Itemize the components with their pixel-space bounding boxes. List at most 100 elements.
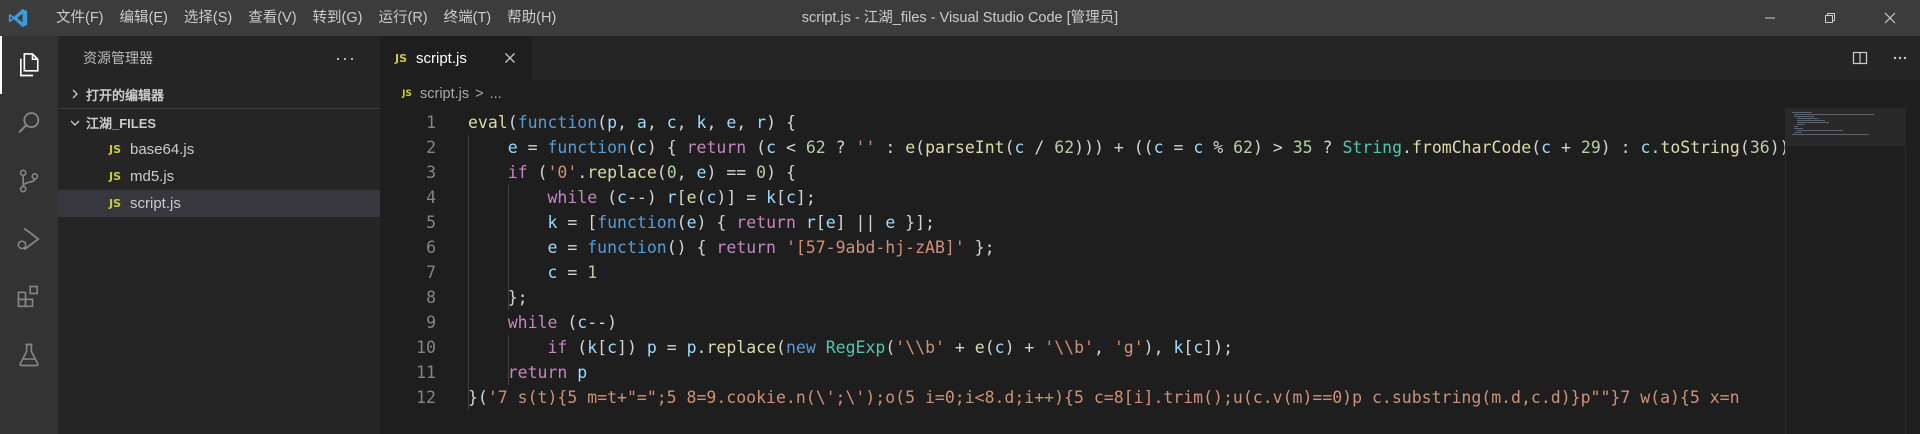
explorer-activity[interactable] bbox=[0, 36, 58, 94]
minimap-line bbox=[1796, 124, 1805, 125]
code-line[interactable]: 8 }; bbox=[380, 285, 1785, 310]
more-actions-button[interactable] bbox=[1880, 36, 1920, 80]
tab-script-js[interactable]: JS script.js bbox=[380, 36, 532, 80]
indent-guide bbox=[468, 135, 469, 410]
minimap[interactable] bbox=[1785, 108, 1906, 434]
code-line[interactable]: 5 k = [function(e) { return r[e] || e }]… bbox=[380, 210, 1785, 235]
code-token: c bbox=[607, 338, 618, 357]
tab-label: script.js bbox=[416, 49, 467, 67]
line-number: 5 bbox=[426, 213, 436, 232]
code-token: ( bbox=[984, 338, 995, 357]
code-text: e = function() { return '[57-9abd-hj-zAB… bbox=[468, 235, 994, 260]
code-line[interactable]: 2 e = function(c) { return (c < 62 ? '' … bbox=[380, 135, 1785, 160]
vertical-scrollbar[interactable] bbox=[1905, 108, 1920, 434]
code-token: c bbox=[1193, 138, 1204, 157]
code-line[interactable]: 12}('7 s(t){5 m=t+"=";5 8=9.cookie.n(\';… bbox=[380, 385, 1785, 410]
extensions-activity[interactable] bbox=[0, 268, 58, 326]
menu-selection[interactable]: 选择(S) bbox=[176, 0, 240, 36]
code-token: c bbox=[1014, 138, 1025, 157]
code-token: parseInt bbox=[925, 138, 1005, 157]
code-token: . bbox=[1650, 138, 1661, 157]
code-token: e bbox=[696, 163, 707, 182]
search-activity[interactable] bbox=[0, 94, 58, 152]
code-line[interactable]: 10 if (k[c]) p = p.replace(new RegExp('\… bbox=[380, 335, 1785, 360]
code-token: new bbox=[785, 338, 816, 357]
code-token: , bbox=[1093, 338, 1114, 357]
code-line[interactable]: 11 return p bbox=[380, 360, 1785, 385]
code-token: ( bbox=[1531, 138, 1542, 157]
line-number: 12 bbox=[416, 388, 436, 407]
file-item-base64[interactable]: JS base64.js bbox=[58, 136, 380, 163]
menu-view[interactable]: 查看(V) bbox=[240, 0, 304, 36]
file-name: md5.js bbox=[130, 168, 175, 185]
tab-close-button[interactable] bbox=[500, 48, 520, 68]
code-token: p bbox=[577, 363, 588, 382]
vscode-logo-icon bbox=[0, 0, 36, 36]
minimap-line bbox=[1796, 130, 1843, 131]
close-icon bbox=[505, 53, 515, 63]
editor-actions bbox=[1840, 36, 1920, 80]
code-token: = bbox=[557, 263, 588, 282]
restore-button[interactable] bbox=[1800, 0, 1860, 36]
code-token: c bbox=[785, 188, 796, 207]
code-text: while (c--) bbox=[468, 310, 617, 335]
code-token: r bbox=[666, 188, 677, 207]
code-text: e = function(c) { return (c < 62 ? '' : … bbox=[468, 135, 1785, 160]
code-token: p bbox=[686, 338, 697, 357]
menu-file[interactable]: 文件(F) bbox=[48, 0, 112, 36]
close-window-button[interactable] bbox=[1860, 0, 1920, 36]
code-line[interactable]: 6 e = function() { return '[57-9abd-hj-z… bbox=[380, 235, 1785, 260]
code-line[interactable]: 3 if ('0'.replace(0, e) == 0) { bbox=[380, 160, 1785, 185]
code-line[interactable]: 4 while (c--) r[e(c)] = k[c]; bbox=[380, 185, 1785, 210]
menu-help[interactable]: 帮助(H) bbox=[499, 0, 564, 36]
menu-run[interactable]: 运行(R) bbox=[370, 0, 435, 36]
explorer-more-button[interactable]: ··· bbox=[335, 48, 356, 69]
code-token: replace bbox=[706, 338, 777, 357]
open-editors-section[interactable]: 打开的编辑器 bbox=[58, 80, 380, 108]
code-token: c bbox=[706, 188, 717, 207]
code-token: return bbox=[507, 363, 568, 382]
close-icon bbox=[1884, 12, 1896, 24]
code-token: e bbox=[547, 238, 558, 257]
folder-section[interactable]: 江湖_FILES bbox=[58, 108, 380, 136]
run-debug-activity[interactable] bbox=[0, 210, 58, 268]
code-token: while bbox=[547, 188, 598, 207]
menu-edit[interactable]: 编辑(E) bbox=[112, 0, 176, 36]
file-item-script[interactable]: JS script.js bbox=[58, 190, 380, 217]
code-token: toString bbox=[1660, 138, 1740, 157]
code-line[interactable]: 7 c = 1 bbox=[380, 260, 1785, 285]
code-token: e bbox=[507, 138, 518, 157]
line-number: 4 bbox=[426, 188, 436, 207]
code-token: ( bbox=[676, 213, 687, 232]
code-text: c = 1 bbox=[468, 260, 597, 285]
split-editor-button[interactable] bbox=[1840, 36, 1880, 80]
code-token: = bbox=[557, 238, 588, 257]
minimize-button[interactable] bbox=[1740, 0, 1800, 36]
file-item-md5[interactable]: JS md5.js bbox=[58, 163, 380, 190]
title-bar: 文件(F) 编辑(E) 选择(S) 查看(V) 转到(G) 运行(R) 终端(T… bbox=[0, 0, 1920, 36]
code-token: k bbox=[696, 113, 707, 132]
code-line[interactable]: 9 while (c--) bbox=[380, 310, 1785, 335]
breadcrumb: JS script.js > ... bbox=[380, 80, 1920, 108]
breadcrumb-symbols[interactable]: ... bbox=[490, 86, 502, 102]
code-token: = bbox=[517, 138, 548, 157]
js-file-icon: JS bbox=[108, 197, 121, 210]
breadcrumb-file[interactable]: script.js bbox=[420, 86, 469, 102]
menu-go[interactable]: 转到(G) bbox=[305, 0, 371, 36]
source-control-activity[interactable] bbox=[0, 152, 58, 210]
code-line[interactable]: 1 eval(function(p, a, c, k, e, r) { bbox=[380, 110, 1785, 135]
menu-terminal[interactable]: 终端(T) bbox=[436, 0, 500, 36]
code-text: }; bbox=[468, 285, 528, 310]
minimap-line bbox=[1794, 114, 1875, 115]
indent-guide bbox=[507, 185, 509, 310]
code-editor[interactable]: 1 eval(function(p, a, c, k, e, r) {2 e = … bbox=[380, 108, 1785, 434]
code-token: ) { bbox=[646, 138, 687, 157]
testing-activity[interactable] bbox=[0, 326, 58, 384]
code-token: ) { bbox=[766, 113, 796, 132]
